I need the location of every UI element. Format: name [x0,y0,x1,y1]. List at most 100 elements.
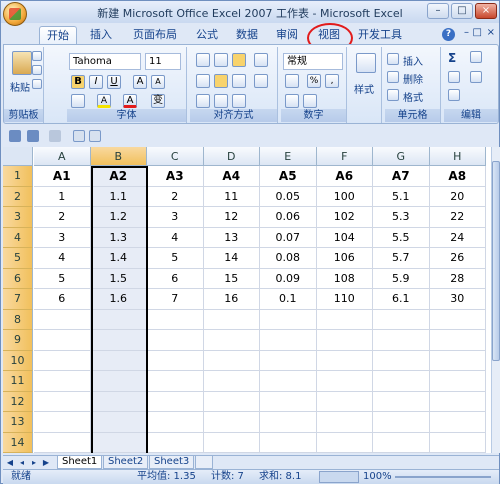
cell[interactable] [203,432,260,453]
cell[interactable] [373,350,430,371]
format-cells-button[interactable]: 格式 [403,89,423,104]
cell[interactable] [373,330,430,351]
cell[interactable] [316,330,373,351]
cell[interactable] [90,371,147,392]
cell[interactable] [260,432,317,453]
cell[interactable]: A5 [260,166,317,187]
cell[interactable]: 14 [203,248,260,269]
cell[interactable] [260,350,317,371]
sort-filter-icon[interactable] [470,51,482,63]
cell[interactable]: 1.1 [90,186,147,207]
cell[interactable] [316,371,373,392]
align-middle-icon[interactable] [214,53,228,67]
row-header-4[interactable]: 4 [3,227,33,248]
increase-indent-icon[interactable] [214,94,228,108]
font-name-select[interactable]: Tahoma [69,53,141,70]
cell[interactable] [147,309,204,330]
cell[interactable]: A3 [147,166,204,187]
cell[interactable]: 6.1 [373,289,430,310]
cell[interactable]: 106 [316,248,373,269]
cell[interactable]: 12 [203,207,260,228]
merge-center-icon[interactable] [254,74,268,88]
cell[interactable] [260,330,317,351]
cell[interactable] [429,350,486,371]
row-header-8[interactable]: 8 [3,309,33,330]
vertical-scrollbar[interactable] [491,147,500,453]
cell[interactable]: 15 [203,268,260,289]
cell[interactable] [429,330,486,351]
cell[interactable]: 102 [316,207,373,228]
cell[interactable] [373,412,430,433]
column-header-b[interactable]: B [90,147,147,166]
cell[interactable]: 6 [34,289,91,310]
cell[interactable]: A6 [316,166,373,187]
tab-formulas[interactable]: 公式 [191,26,223,44]
cell[interactable] [147,391,204,412]
insert-cells-button[interactable]: 插入 [403,53,423,68]
row-header-13[interactable]: 13 [3,412,33,433]
row-header-14[interactable]: 14 [3,432,33,453]
increase-decimal-icon[interactable] [285,94,299,108]
ribbon-restore-button[interactable]: □ [473,27,482,38]
next-sheet-icon[interactable]: ▸ [29,457,39,468]
shrink-font-button[interactable]: A [151,75,165,89]
column-header-a[interactable]: A [34,147,91,166]
cell[interactable]: A4 [203,166,260,187]
cell[interactable] [147,350,204,371]
cell[interactable]: 5 [34,268,91,289]
cell[interactable] [373,391,430,412]
currency-icon[interactable] [285,74,299,88]
cell[interactable] [147,330,204,351]
last-sheet-icon[interactable]: ▶ [41,457,51,468]
cell[interactable] [90,432,147,453]
cell[interactable]: 108 [316,268,373,289]
cell[interactable]: 1.6 [90,289,147,310]
tab-insert[interactable]: 插入 [85,26,117,44]
percent-button[interactable]: % [307,74,321,88]
wrap-text-icon[interactable] [254,53,268,67]
cell[interactable] [260,391,317,412]
print-preview-icon[interactable] [73,130,85,142]
cell[interactable]: 2 [147,186,204,207]
cell[interactable] [90,391,147,412]
cell[interactable]: 16 [203,289,260,310]
select-all-corner[interactable] [3,147,33,166]
sheet-tab-sheet1[interactable]: Sheet1 [57,456,103,469]
row-header-5[interactable]: 5 [3,248,33,269]
cell[interactable] [147,412,204,433]
cell[interactable] [373,371,430,392]
align-left-icon[interactable] [196,74,210,88]
cell[interactable] [203,309,260,330]
cell[interactable] [203,412,260,433]
cell[interactable] [203,330,260,351]
view-buttons[interactable] [319,471,359,483]
cell[interactable]: 11 [203,186,260,207]
cell[interactable]: 100 [316,186,373,207]
autosum-button[interactable]: Σ [448,51,456,65]
zoom-slider[interactable] [395,476,491,478]
cell[interactable]: 6 [147,268,204,289]
row-header-12[interactable]: 12 [3,391,33,412]
cell[interactable]: 22 [429,207,486,228]
cell[interactable] [373,309,430,330]
office-button[interactable] [3,2,27,26]
clear-icon[interactable] [448,89,460,101]
font-size-select[interactable]: 11 [145,53,181,70]
cell[interactable]: 7 [147,289,204,310]
paste-button[interactable]: 粘贴 [10,79,30,94]
delete-cells-button[interactable]: 删除 [403,71,423,86]
prev-sheet-icon[interactable]: ◂ [17,457,27,468]
align-right-icon[interactable] [232,74,246,88]
cell[interactable] [203,350,260,371]
row-header-7[interactable]: 7 [3,289,33,310]
cell[interactable]: 104 [316,227,373,248]
cell[interactable] [429,412,486,433]
cell[interactable] [316,391,373,412]
find-select-icon[interactable] [470,71,482,83]
cell[interactable] [34,309,91,330]
cell[interactable]: 4 [147,227,204,248]
cell[interactable]: 3 [147,207,204,228]
column-header-f[interactable]: F [316,147,373,166]
column-header-d[interactable]: D [203,147,260,166]
fill-icon[interactable] [448,71,460,83]
